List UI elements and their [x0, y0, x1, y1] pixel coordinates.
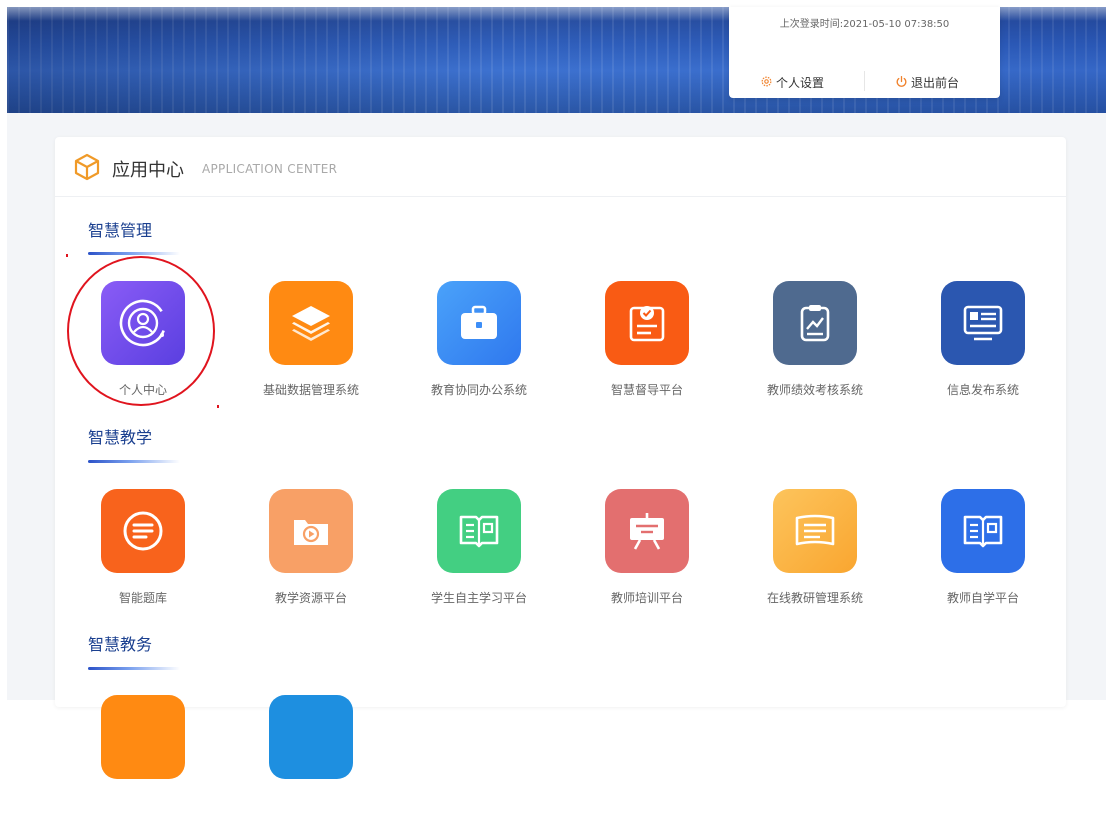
app-label: 教育协同办公系统	[430, 383, 527, 397]
section-underline	[88, 460, 180, 463]
card-title: 应用中心	[112, 160, 184, 181]
app-tile-supervision[interactable]: 智慧督导平台	[572, 281, 722, 407]
app-tile-teacher-performance[interactable]: 教师绩效考核系统	[740, 281, 890, 407]
power-icon	[895, 75, 908, 91]
list-circle-icon	[101, 489, 185, 573]
annotation-dot	[217, 405, 219, 408]
last-login-time: 上次登录时间:2021-05-10 07:38:50	[779, 19, 950, 30]
app-label: 信息发布系统	[946, 383, 1019, 397]
app-icon	[101, 695, 185, 779]
user-panel: 上次登录时间:2021-05-10 07:38:50 个人设置 退出前台	[729, 7, 1000, 98]
app-tile-online-research[interactable]: 在线教研管理系统	[740, 489, 890, 615]
app-tile-student-self-learning[interactable]: 学生自主学习平台	[404, 489, 554, 615]
presentation-board-icon	[605, 489, 689, 573]
app-tile-partial[interactable]	[68, 695, 218, 821]
clipboard-chart-icon	[773, 281, 857, 365]
logout-button[interactable]: 退出前台	[895, 74, 959, 91]
open-book-icon	[437, 489, 521, 573]
app-label: 学生自主学习平台	[430, 591, 527, 605]
gear-icon	[760, 75, 773, 91]
app-tile-basic-data[interactable]: 基础数据管理系统	[236, 281, 386, 407]
app-tile-question-bank[interactable]: 智能题库	[68, 489, 218, 615]
personal-settings-label: 个人设置	[776, 76, 825, 90]
video-folder-icon	[269, 489, 353, 573]
app-label: 在线教研管理系统	[766, 591, 863, 605]
document-card-icon	[773, 489, 857, 573]
app-label: 教学资源平台	[274, 591, 347, 605]
app-label: 教师培训平台	[610, 591, 683, 605]
card-header: 应用中心 APPLICATION CENTER	[55, 137, 1066, 197]
app-tile-info-publish[interactable]: 信息发布系统	[908, 281, 1058, 407]
personal-settings-button[interactable]: 个人设置	[760, 74, 824, 91]
section-underline	[88, 252, 180, 255]
panel-divider	[864, 71, 865, 91]
app-tile-teacher-self-study[interactable]: 教师自学平台	[908, 489, 1058, 615]
card-subtitle: APPLICATION CENTER	[202, 162, 338, 176]
app-tile-teaching-resources[interactable]: 教学资源平台	[236, 489, 386, 615]
section-underline	[88, 667, 180, 670]
briefcase-icon	[437, 281, 521, 365]
app-label: 智能题库	[118, 591, 167, 605]
user-profile-icon	[101, 281, 185, 365]
section-title-smart-management: 智慧管理	[88, 221, 153, 240]
section-title-smart-academic-affairs: 智慧教务	[88, 635, 153, 654]
application-center-card: 应用中心 APPLICATION CENTER 智慧管理 个人中心 基础数据管理…	[55, 137, 1066, 779]
app-icon	[269, 695, 353, 779]
app-tile-personal-center[interactable]: 个人中心	[68, 281, 218, 407]
checkmark-card-icon	[605, 281, 689, 365]
app-label: 教师绩效考核系统	[766, 383, 863, 397]
annotation-dot	[66, 254, 68, 257]
layers-icon	[269, 281, 353, 365]
monitor-icon	[941, 281, 1025, 365]
app-label: 个人中心	[118, 383, 167, 397]
app-label: 智慧督导平台	[610, 383, 683, 397]
app-label: 基础数据管理系统	[262, 383, 359, 397]
cube-icon	[72, 152, 102, 186]
logout-label: 退出前台	[911, 76, 960, 90]
app-tile-teacher-training[interactable]: 教师培训平台	[572, 489, 722, 615]
app-tile-partial[interactable]	[236, 695, 386, 821]
open-book-icon	[941, 489, 1025, 573]
app-tile-office-collab[interactable]: 教育协同办公系统	[404, 281, 554, 407]
app-label: 教师自学平台	[946, 591, 1019, 605]
section-title-smart-teaching: 智慧教学	[88, 428, 153, 447]
